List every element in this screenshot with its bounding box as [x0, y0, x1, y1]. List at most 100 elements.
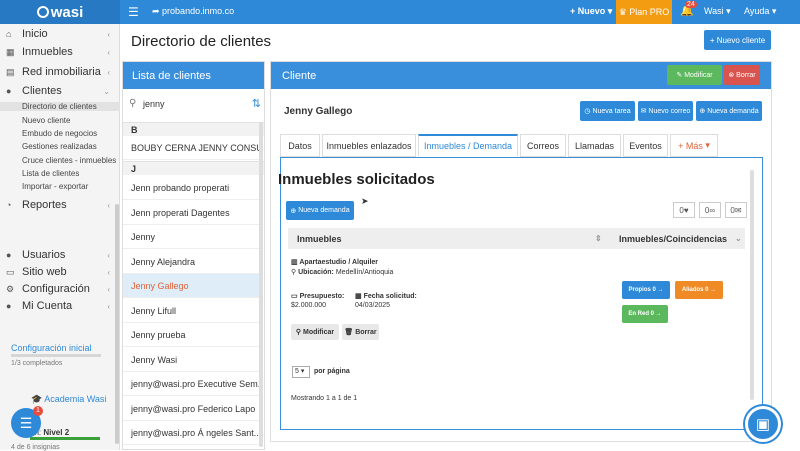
chevron-icon: ‹ — [107, 301, 110, 311]
user-menu[interactable]: Wasi ▾ — [704, 6, 731, 17]
list-item[interactable]: BOUBY CERNA JENNY CONSU... — [123, 136, 259, 160]
notification-badge: 24 — [685, 1, 697, 8]
sidebar-item-configuracion[interactable]: ⚙ Configuración ‹ — [6, 283, 110, 295]
sidebar-sub-nuevo[interactable]: Nuevo cliente — [22, 116, 70, 125]
sidebar-sub-gestiones[interactable]: Gestiones realizadas — [22, 142, 97, 151]
filter-icon[interactable]: ⇅ — [252, 97, 261, 110]
aliados-button[interactable]: Aliados 0 → — [675, 281, 723, 299]
help-menu[interactable]: Ayuda ▾ — [744, 6, 776, 17]
list-item[interactable]: Jenny Alejandra — [123, 250, 259, 274]
tab-eventos[interactable]: Eventos — [623, 134, 668, 157]
sidebar-sub-directorio[interactable]: Directorio de clientes — [0, 102, 120, 111]
mail-counter[interactable]: 0 ✉ — [725, 202, 747, 218]
favorites-counter[interactable]: 0 ♥ — [673, 202, 695, 218]
chevron-icon: ‹ — [107, 29, 110, 39]
logo-mark-icon — [36, 6, 49, 18]
list-item-selected[interactable]: Jenny Gallego — [123, 274, 259, 298]
list-item[interactable]: Jenny prueba — [123, 323, 259, 347]
tab-mas[interactable]: + Más ▾ — [670, 134, 718, 157]
tab-llamadas[interactable]: Llamadas — [568, 134, 621, 157]
sidebar-item-usuarios[interactable]: ● Usuarios ‹ — [6, 249, 110, 261]
propios-button[interactable]: Propios 0 → — [622, 281, 670, 299]
new-demand-inline-button[interactable]: ⊕ Nueva demanda — [286, 201, 354, 220]
client-list-panel: Lista de clientes ⚲ jenny ⇅ B BOUBY CERN… — [122, 61, 265, 450]
content-scrollbar[interactable] — [750, 170, 754, 400]
arrow-right-icon: → — [710, 287, 717, 293]
config-progress-bar — [11, 354, 101, 357]
list-item[interactable]: Jenn probando properati — [123, 176, 259, 200]
col-inmuebles[interactable]: Inmuebles — [297, 234, 342, 244]
list-item[interactable]: jenny@wasi.pro Federico Lapo — [123, 397, 259, 421]
sidebar-item-inmuebles[interactable]: ▦ Inmuebles ‹ — [6, 46, 110, 58]
enred-label: En Red 0 — [628, 311, 654, 317]
delete-button[interactable]: ⊗ Borrar — [724, 65, 760, 85]
sidebar-item-red[interactable]: ▤ Red inmobiliaria ‹ — [6, 66, 110, 78]
sort-icon[interactable]: ⌄ — [735, 234, 742, 243]
modify-label: Modificar — [684, 71, 713, 79]
sidebar-sub-embudo[interactable]: Embudo de negocios — [22, 129, 97, 138]
col-coincidencias[interactable]: Inmuebles/Coincidencias — [619, 234, 727, 244]
date-label-text: Fecha solicitud: — [363, 293, 417, 300]
list-item[interactable]: Jenny Lifull — [123, 299, 259, 323]
location-value: Medellín/Antioquia — [335, 269, 394, 276]
new-dropdown[interactable]: + Nuevo ▾ — [570, 6, 612, 17]
sort-icon[interactable]: ⇕ — [595, 234, 602, 243]
new-task-button[interactable]: ◷ Nueva tarea — [580, 101, 635, 121]
modify-button[interactable]: ✎ Modificar — [667, 65, 722, 85]
sidebar-scrollbar[interactable] — [115, 204, 119, 444]
delete-label: Borrar — [736, 71, 756, 79]
tab-datos[interactable]: Datos — [280, 134, 320, 157]
row-modify-label: Modificar — [302, 328, 335, 336]
row-modify-button[interactable]: ⚲ Modificar — [291, 324, 339, 340]
heart-icon: ♥ — [683, 205, 689, 215]
tab-inmuebles-enlazados[interactable]: Inmuebles enlazados — [322, 134, 416, 157]
budget-value: $2.000.000 — [291, 302, 327, 309]
sidebar-item-cuenta[interactable]: ● Mi Cuenta ‹ — [6, 300, 110, 312]
list-item[interactable]: Jenny — [123, 225, 259, 249]
menu-toggle-icon[interactable]: ☰ — [128, 5, 139, 19]
config-link[interactable]: Configuración inicial — [11, 343, 92, 353]
new-demand-label: Nueva demanda — [707, 107, 759, 115]
per-page-select[interactable]: 5 ▾ — [292, 366, 310, 378]
monitor-icon: ▭ — [6, 266, 15, 277]
row-delete-button[interactable]: 🗑 Borrar — [342, 324, 379, 340]
search-input[interactable]: ⚲ jenny ⇅ — [127, 94, 261, 116]
users-icon: ● — [6, 86, 12, 96]
budget-label-text: Presupuesto: — [299, 293, 345, 300]
sidebar-item-reportes[interactable]: ◔ Reportes ‹ — [6, 199, 110, 211]
sidebar-label: Inmuebles — [22, 46, 73, 58]
list-item[interactable]: Jenn properati Dagentes — [123, 201, 259, 225]
academy-link[interactable]: 🎓 Academia Wasi — [31, 394, 106, 405]
per-page-value: 5 — [295, 368, 299, 375]
pagination-info: Mostrando 1 a 1 de 1 — [291, 395, 358, 402]
new-mail-button[interactable]: ✉ Nuevo correo — [638, 101, 693, 121]
sidebar-item-inicio[interactable]: ⌂ Inicio ‹ — [6, 28, 110, 40]
list-item[interactable]: jenny@wasi.pro Executive Sem... — [123, 372, 259, 396]
sidebar-sub-cruce[interactable]: Cruce clientes - inmuebles — [22, 156, 116, 165]
chevron-icon: ‹ — [107, 47, 110, 57]
home-icon: ⌂ — [6, 29, 12, 39]
enred-button[interactable]: En Red 0 → — [622, 305, 668, 323]
plan-pro-button[interactable]: ♛ Plan PRO — [616, 0, 672, 24]
sidebar-item-clientes[interactable]: ● Clientes ⌄ — [6, 85, 110, 97]
search-icon: ⚲ — [129, 98, 137, 109]
list-item[interactable]: jenny@wasi.pro Á ngeles Sant... — [123, 421, 259, 445]
new-demand-button[interactable]: ⊕ Nueva demanda — [696, 101, 762, 121]
sidebar-item-sitio[interactable]: ▭ Sitio web ‹ — [6, 266, 110, 278]
wasi-logo[interactable]: wasi — [0, 0, 120, 24]
links-counter[interactable]: 0 ∞ — [699, 202, 721, 218]
list-scrollbar[interactable] — [259, 122, 263, 447]
tab-mas-label: + Más — [678, 140, 703, 151]
new-client-button[interactable]: + Nuevo cliente — [704, 30, 771, 50]
sidebar-sub-importar[interactable]: Importar - exportar — [22, 182, 88, 191]
row-delete-label: Borrar — [355, 328, 377, 336]
site-url-link[interactable]: ➦ probando.inmo.co — [152, 6, 234, 17]
tab-inmuebles-demanda[interactable]: Inmuebles / Demanda — [418, 134, 518, 157]
sidebar-sub-lista[interactable]: Lista de clientes — [22, 169, 79, 178]
new-mail-label: Nuevo correo — [648, 107, 691, 115]
building-icon: ▦ — [6, 46, 15, 57]
list-item[interactable]: Jenny Wasi — [123, 348, 259, 372]
help-chat-icon[interactable]: ▣ — [745, 406, 781, 442]
tab-correos[interactable]: Correos — [520, 134, 566, 157]
gear-icon: ⚙ — [6, 283, 15, 294]
